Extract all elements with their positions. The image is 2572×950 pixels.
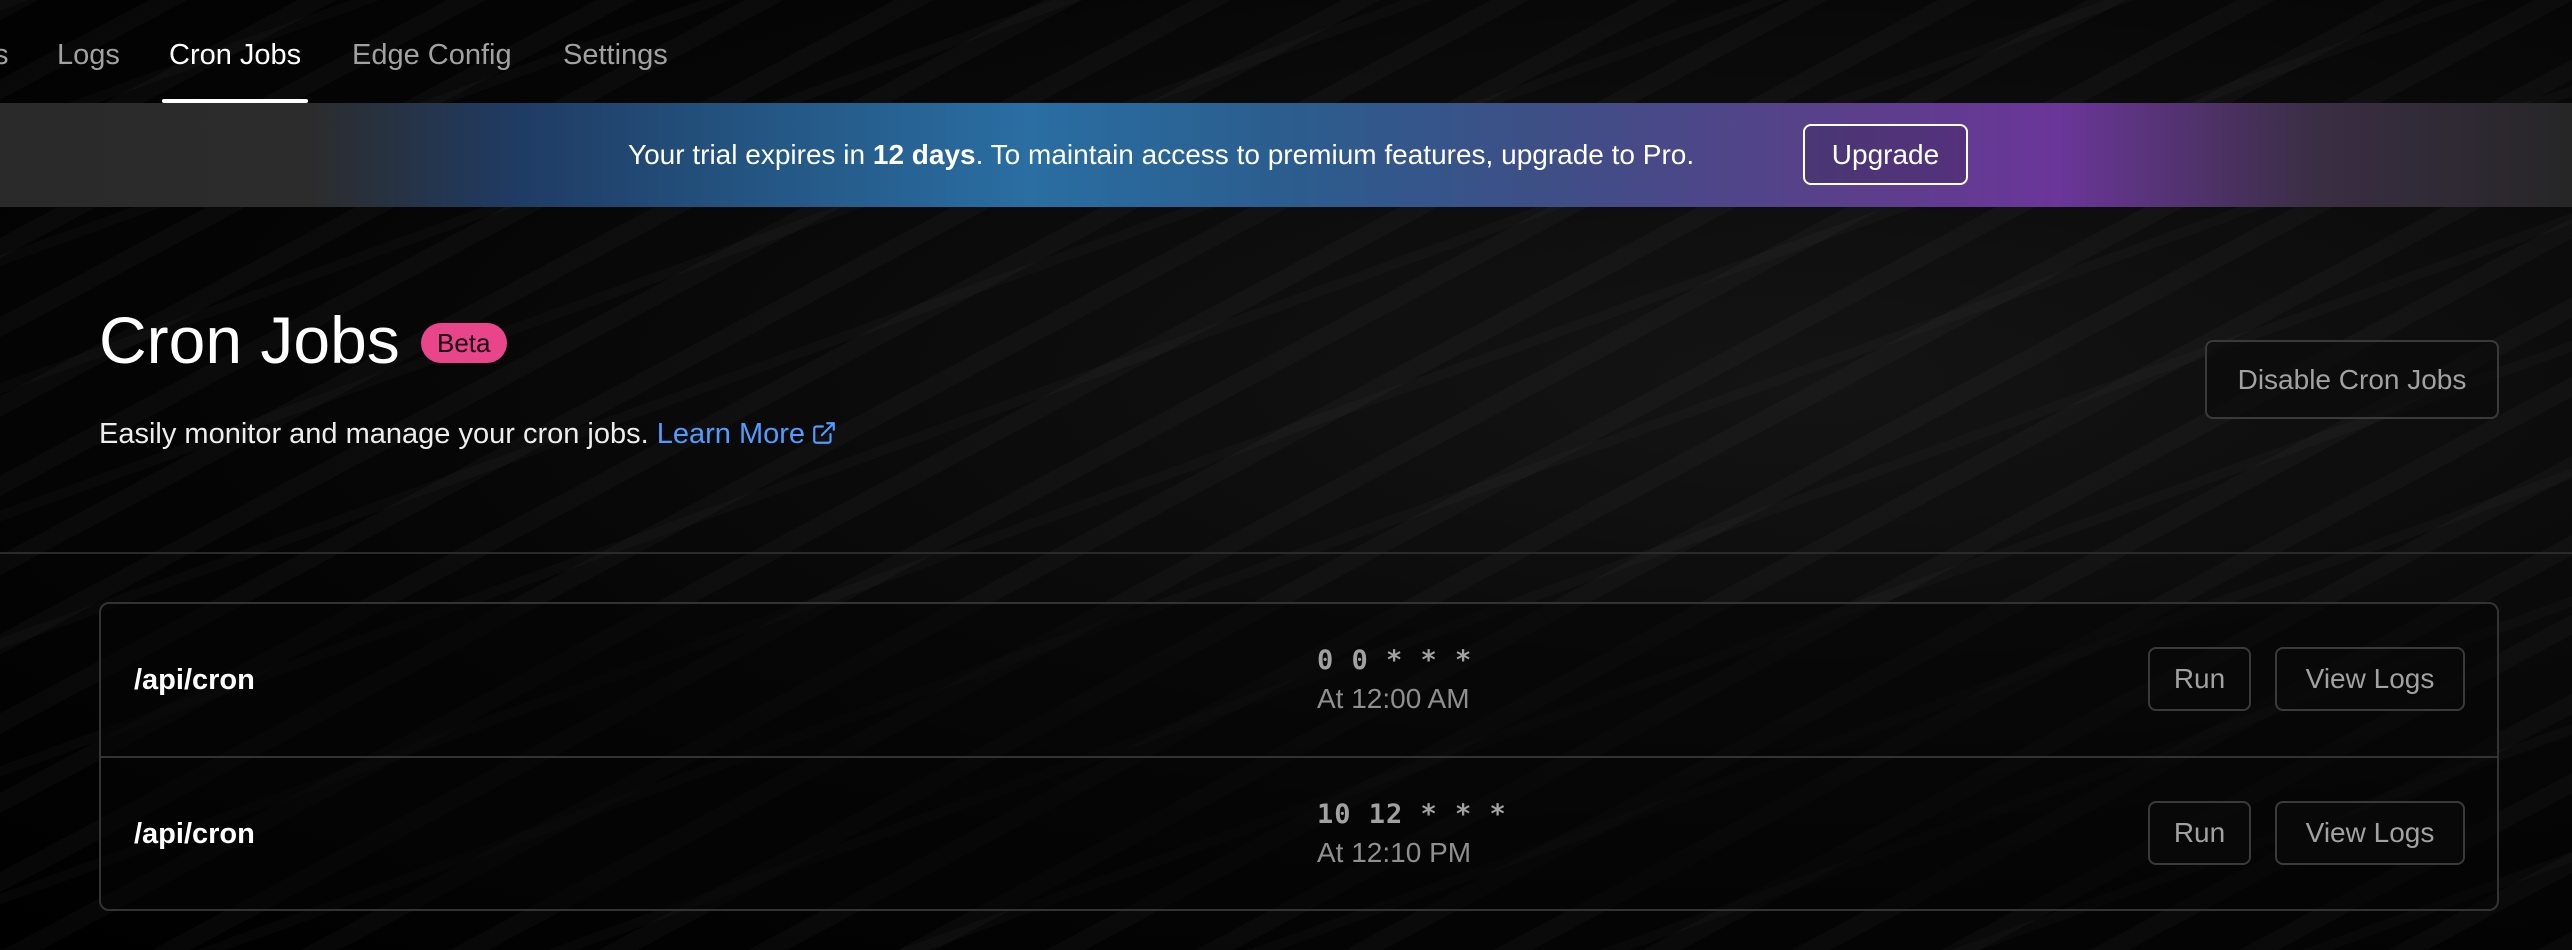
tab-logs[interactable]: Logs bbox=[57, 0, 120, 103]
upgrade-button[interactable]: Upgrade bbox=[1803, 124, 1968, 185]
learn-more-link[interactable]: Learn More bbox=[657, 418, 837, 450]
page-title: Cron Jobs bbox=[99, 303, 400, 377]
cron-job-row: /api/cron 10 12 * * * At 12:10 PM Run Vi… bbox=[101, 758, 2497, 910]
tab-settings[interactable]: Settings bbox=[563, 0, 668, 103]
trial-days: 12 days bbox=[872, 139, 976, 170]
tab-edge-config[interactable]: Edge Config bbox=[352, 0, 512, 103]
cron-expression: 10 12 * * * bbox=[1317, 799, 1507, 830]
cron-job-path: /api/cron bbox=[134, 818, 255, 850]
external-link-icon bbox=[811, 417, 837, 457]
view-logs-button[interactable]: View Logs bbox=[2275, 801, 2465, 865]
run-button[interactable]: Run bbox=[2148, 647, 2251, 711]
run-button[interactable]: Run bbox=[2148, 801, 2251, 865]
cron-description: At 12:00 AM bbox=[1317, 683, 1470, 714]
trial-banner: Your trial expires in 12 days. To mainta… bbox=[0, 103, 2572, 207]
cron-job-path: /api/cron bbox=[134, 664, 255, 696]
cron-job-row: /api/cron 0 0 * * * At 12:00 AM Run View… bbox=[101, 604, 2497, 758]
disable-cron-jobs-button[interactable]: Disable Cron Jobs bbox=[2205, 340, 2499, 419]
cron-description: At 12:10 PM bbox=[1317, 837, 1472, 868]
trial-message-start: Your trial expires in bbox=[628, 139, 873, 170]
project-tabs: s Logs Cron Jobs Edge Config Settings bbox=[0, 0, 2572, 103]
view-logs-button[interactable]: View Logs bbox=[2275, 647, 2465, 711]
page-subtitle: Easily monitor and manage your cron jobs… bbox=[99, 414, 837, 457]
trial-message-end: . To maintain access to premium features… bbox=[975, 139, 1695, 170]
cron-job-schedule: 0 0 * * * At 12:00 AM bbox=[1317, 642, 1472, 718]
cron-job-list: /api/cron 0 0 * * * At 12:00 AM Run View… bbox=[99, 602, 2499, 911]
subtitle-text: Easily monitor and manage your cron jobs… bbox=[99, 418, 649, 450]
page: s Logs Cron Jobs Edge Config Settings Yo… bbox=[0, 0, 2572, 950]
learn-more-label: Learn More bbox=[656, 418, 806, 450]
tab-partial[interactable]: s bbox=[0, 0, 9, 103]
cron-job-schedule: 10 12 * * * At 12:10 PM bbox=[1317, 796, 1507, 872]
trial-message: Your trial expires in 12 days. To mainta… bbox=[628, 103, 1694, 207]
cron-expression: 0 0 * * * bbox=[1317, 645, 1473, 676]
tab-cron-jobs[interactable]: Cron Jobs bbox=[161, 0, 309, 103]
beta-badge: Beta bbox=[421, 323, 507, 363]
section-divider bbox=[0, 552, 2572, 554]
